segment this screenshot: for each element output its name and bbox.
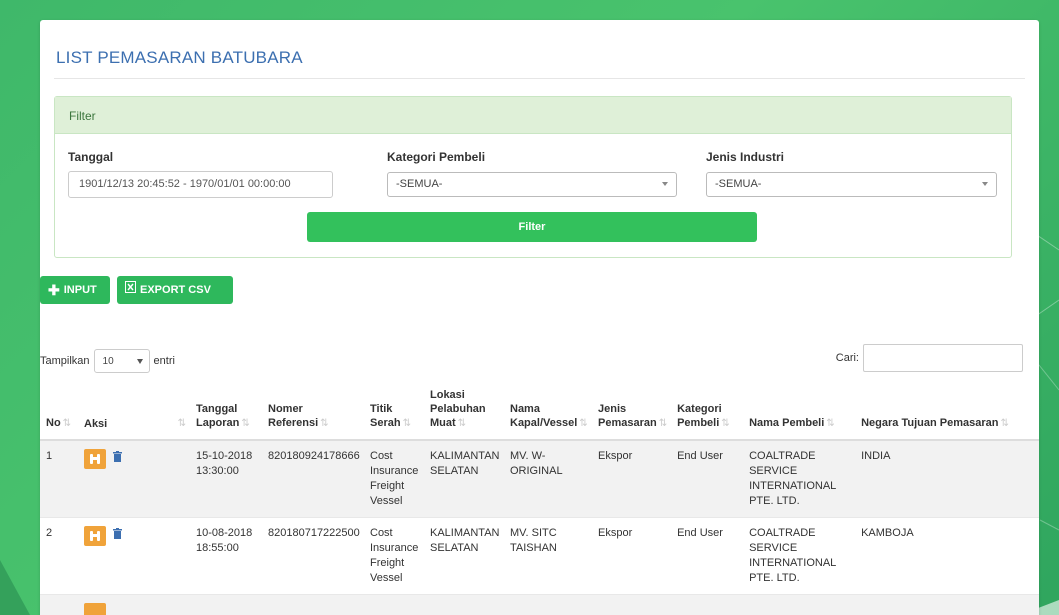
sort-icon: ⇅: [457, 418, 467, 429]
search-label: Cari:: [835, 352, 859, 364]
table-header-row: No ⇅ Aksi ⇅ Tanggal Laporan ⇅ Nomer Referen…: [40, 388, 1039, 441]
cell-kapal: MV. W-ORIGINAL: [504, 440, 592, 518]
cell-pembeli: COALTRADE SERVICE INTERNATIONAL PTE. LTD…: [743, 440, 856, 518]
col-header-kategori[interactable]: Kategori Pembeli ⇅: [671, 388, 744, 441]
search-input[interactable]: [863, 344, 1023, 372]
jenis-industri-select[interactable]: -SEMUA-: [706, 172, 997, 197]
cell-jenis: Ekspor: [592, 517, 672, 595]
sort-icon: ⇅: [658, 418, 668, 429]
main-card: LIST PEMASARAN BATUBARA Filter Tanggal 1…: [40, 20, 1039, 615]
col-header-titik[interactable]: Titik Serah ⇅: [364, 388, 424, 441]
cell-nomer: 820180717222500: [262, 517, 364, 595]
page-length-control: Tampilkan 10 entri: [40, 349, 175, 373]
plus-icon: ✚: [48, 282, 60, 298]
col-header-kapal[interactable]: Nama Kapal/Vessel ⇅: [504, 388, 592, 441]
sort-icon: ⇅: [402, 418, 411, 429]
sort-icon: ⇅: [721, 418, 730, 429]
col-header-lokasi[interactable]: Lokasi Pelabuhan Muat ⇅: [424, 388, 504, 441]
title-divider: [54, 78, 1025, 79]
file-excel-icon: [125, 276, 136, 304]
col-header-nama-pembeli[interactable]: Nama Pembeli ⇅: [743, 388, 856, 441]
cell-jenis: Ekspor: [592, 440, 672, 518]
show-entries-suffix: entri: [153, 355, 175, 367]
cell-tanggal: 15-10-2018 13:30:00: [190, 440, 262, 518]
col-header-no[interactable]: No ⇅: [40, 388, 78, 441]
cell-titik: Cost Insurance Freight Vessel: [364, 440, 424, 518]
show-entries-prefix: Tampilkan: [40, 355, 90, 367]
input-button[interactable]: ✚ INPUT: [40, 276, 110, 304]
cell-kategori: End User: [671, 440, 744, 518]
page-title: LIST PEMASARAN BATUBARA: [56, 48, 303, 67]
col-header-tanggal[interactable]: Tanggal Laporan ⇅: [190, 388, 262, 441]
sort-icon: ⇅: [241, 418, 250, 429]
view-button[interactable]: [84, 603, 106, 615]
page-length-select[interactable]: 10: [93, 349, 150, 373]
cell-negara: INDIA: [855, 440, 1039, 518]
sort-icon: ⇅: [320, 418, 329, 429]
cell-tanggal: 10-08-2018 18:55:00: [190, 517, 262, 595]
trash-icon[interactable]: [113, 528, 123, 544]
col-header-aksi[interactable]: Aksi ⇅: [78, 388, 190, 441]
tanggal-range-input[interactable]: 1901/12/13 20:45:52 - 1970/01/01 00:00:0…: [68, 171, 333, 198]
table-row: [40, 594, 1039, 615]
input-button-label: INPUT: [63, 284, 97, 296]
page-length-value: 10: [102, 356, 114, 367]
cell-aksi: [78, 517, 190, 595]
filter-button[interactable]: Filter: [307, 212, 757, 242]
cell-no: 2: [40, 517, 78, 595]
view-button[interactable]: [84, 449, 106, 469]
table-search: Cari:: [836, 344, 1023, 372]
col-header-nomer[interactable]: Nomer Referensi ⇅: [262, 388, 364, 441]
cell-titik: Cost Insurance Freight Vessel: [364, 517, 424, 595]
kategori-pembeli-select[interactable]: -SEMUA-: [387, 172, 677, 197]
sort-icon: ⇅: [826, 418, 835, 429]
chevron-down-icon: [136, 359, 143, 364]
cell-pembeli: COALTRADE SERVICE INTERNATIONAL PTE. LTD…: [743, 517, 856, 595]
cell-lokasi: KALIMANTAN SELATAN: [424, 517, 504, 595]
cell-kategori: End User: [671, 517, 744, 595]
col-header-jenis[interactable]: Jenis Pemasaran ⇅: [592, 388, 672, 441]
sort-icon: ⇅: [62, 418, 72, 429]
table-row: 2 10-08-2018 18:55:00 820180717222500 Co…: [40, 517, 1039, 595]
view-button[interactable]: [84, 526, 106, 546]
kategori-pembeli-value: -SEMUA-: [396, 178, 443, 190]
chevron-down-icon: [662, 182, 668, 186]
tanggal-label: Tanggal: [68, 150, 114, 164]
export-csv-label: EXPORT CSV: [140, 284, 211, 296]
chevron-down-icon: [982, 182, 988, 186]
sort-icon: ⇅: [1000, 418, 1009, 429]
jenis-industri-label: Jenis Industri: [706, 150, 785, 164]
cell-negara: KAMBOJA: [855, 517, 1039, 595]
cell-no: 1: [40, 440, 78, 518]
export-csv-button[interactable]: EXPORT CSV: [117, 276, 233, 304]
cell-nomer: 820180924178666: [262, 440, 364, 518]
trash-icon[interactable]: [113, 451, 123, 467]
filter-panel-heading: Filter: [55, 97, 1011, 134]
filter-panel: Filter Tanggal 1901/12/13 20:45:52 - 197…: [54, 96, 1012, 258]
table-row: 1 15-10-2018 13:30:00 820180924178666 Co…: [40, 440, 1039, 518]
jenis-industri-value: -SEMUA-: [715, 178, 762, 190]
data-table: No ⇅ Aksi ⇅ Tanggal Laporan ⇅ Nomer Referen…: [40, 388, 1039, 615]
sort-icon: ⇅: [177, 418, 186, 429]
col-header-negara[interactable]: Negara Tujuan Pemasaran ⇅: [855, 388, 1039, 441]
kategori-pembeli-label: Kategori Pembeli: [387, 150, 486, 164]
cell-kapal: MV. SITC TAISHAN: [504, 517, 592, 595]
sort-icon: ⇅: [579, 418, 588, 429]
cell-aksi: [78, 440, 190, 518]
cell-lokasi: KALIMANTAN SELATAN: [424, 440, 504, 518]
